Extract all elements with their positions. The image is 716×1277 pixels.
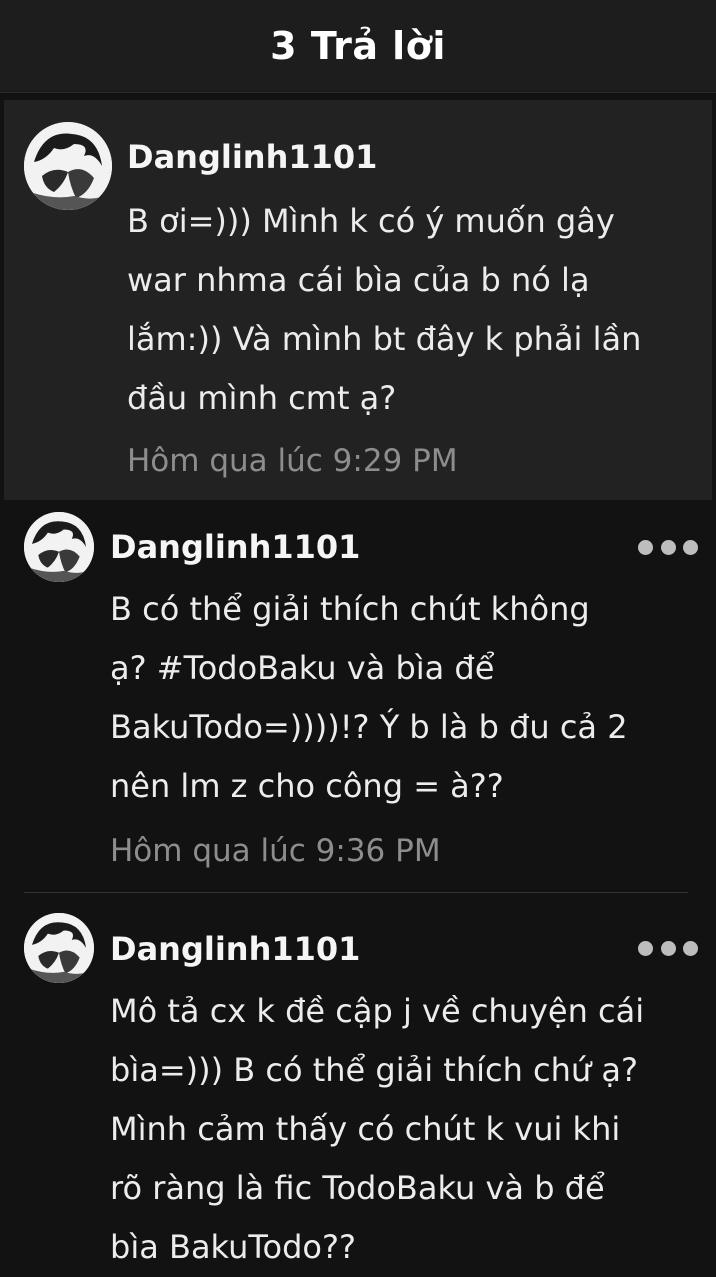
page-title: 3 Trả lời [270,24,446,68]
more-dots-icon [660,539,676,555]
reply-line: ạ? #TodoBaku và bìa để [110,649,495,687]
avatar[interactable] [24,122,112,210]
anime-avatar-icon [24,913,94,983]
more-dots-icon [660,940,676,956]
more-dots-icon [683,940,698,956]
reply-line: B có thể giải thích chút không [110,590,590,628]
comment-line: đầu mình cmt ạ? [127,379,397,417]
anime-avatar-icon [24,512,94,582]
reply-line: rõ ràng là fic TodoBaku và b để [110,1169,605,1207]
reply-timestamp: Hôm qua lúc 9:36 PM [110,833,441,869]
comment-timestamp: Hôm qua lúc 9:29 PM [127,443,458,479]
more-options-button[interactable] [638,535,698,559]
comment-line: lắm:)) Và mình bt đây k phải lần [127,320,642,358]
reply-line: Mình cảm thấy có chút k vui khi [110,1110,621,1148]
avatar[interactable] [24,913,94,983]
avatar[interactable] [24,512,94,582]
divider [24,892,688,893]
header-bar: 3 Trả lời [0,0,716,93]
more-options-button[interactable] [638,936,698,960]
reply-line: Mô tả cx k đề cập j về chuyện cái [110,992,645,1030]
comment-line: war nhma cái bìa của b nó lạ [127,261,590,299]
more-dots-icon [683,539,698,555]
more-dots-icon [638,940,653,956]
reply-author[interactable]: Danglinh1101 [110,528,360,566]
comment-line: B ơi=))) Mình k có ý muốn gây [127,202,615,240]
reply-line: BakuTodo=))))!? Ý b là b đu cả 2 [110,708,628,746]
comment-body: B ơi=))) Mình k có ý muốn gây war nhma c… [127,192,641,428]
reply-line: nên lm z cho công = à?? [110,767,504,805]
reply-line: bìa=))) B có thể giải thích chứ ạ? [110,1051,638,1089]
comment-author[interactable]: Danglinh1101 [127,138,377,176]
reply-body: B có thể giải thích chút không ạ? #TodoB… [110,580,628,816]
reply-line: bìa BakuTodo?? [110,1228,356,1266]
anime-avatar-icon [24,122,112,210]
reply-body: Mô tả cx k đề cập j về chuyện cái bìa=))… [110,982,644,1277]
more-dots-icon [638,539,653,555]
reply-author[interactable]: Danglinh1101 [110,930,360,968]
